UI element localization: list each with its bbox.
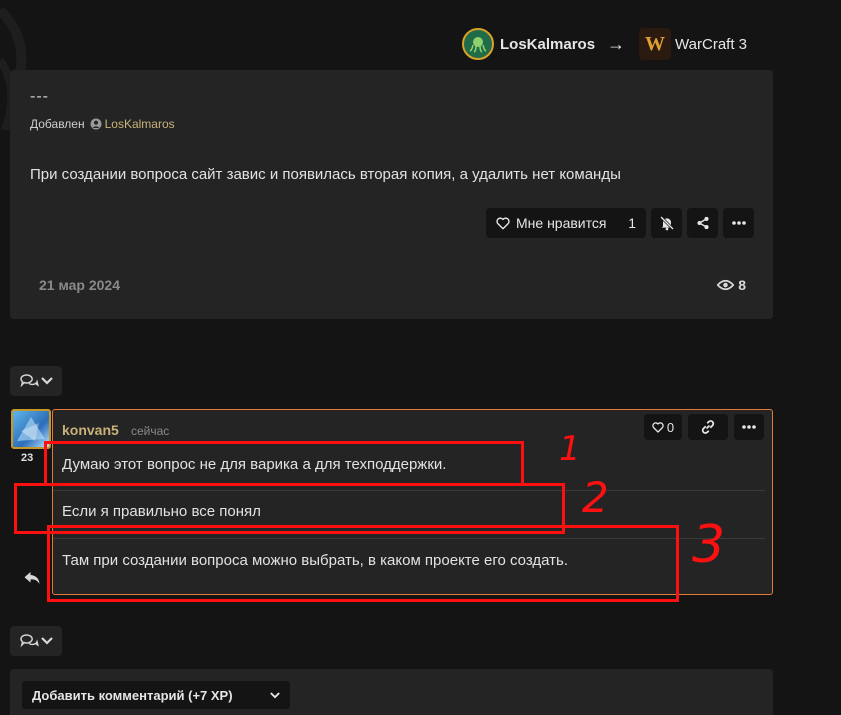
warcraft-icon-letter: W [645,32,666,55]
bell-slash-icon [659,216,674,231]
comment-time: сейчас [131,424,170,438]
annotation-label-2: 2 [582,474,609,518]
heart-icon [652,421,664,433]
added-user-link[interactable]: LosKalmaros [105,117,175,131]
annotation-label-1: 1 [559,429,581,464]
breadcrumb: LosKalmaros → W WarCraft 3 [462,28,747,60]
mute-notifications-button[interactable] [651,208,682,238]
added-label: Добавлен [30,117,85,131]
like-button[interactable]: Мне нравится 1 [486,208,646,238]
more-options-button[interactable] [723,208,754,238]
post-views: 8 [717,277,746,293]
add-comment-dropdown[interactable]: Добавить комментарий (+7 XP) [22,681,290,709]
annotation-box-3 [47,525,679,602]
chevron-down-icon [41,377,53,385]
eye-icon [717,279,735,291]
like-label: Мне нравится [516,215,607,231]
views-count: 8 [738,277,746,293]
comment-more-button[interactable] [734,414,764,440]
link-icon [701,420,715,434]
user-circle-icon [90,118,102,130]
post-dashes: --- [30,88,49,105]
like-count: 1 [628,215,636,231]
comment-like-button[interactable]: 0 [644,414,682,440]
comments-toggle-button[interactable] [10,366,62,396]
post-card: --- Добавлен LosKalmaros При создании во… [10,70,773,319]
annotation-box-1 [44,441,524,486]
comments-icon [20,374,39,388]
comment-actions: 0 [644,414,764,440]
post-added-by: Добавлен LosKalmaros [30,117,175,131]
add-comment-panel: Добавить комментарий (+7 XP) [10,669,773,715]
comment-like-count: 0 [666,419,675,435]
share-icon [696,216,709,230]
chevron-down-icon [41,637,53,645]
post-actions: Мне нравится 1 [486,208,754,238]
comment-author[interactable]: konvan5 [62,422,119,438]
ellipsis-icon [731,221,746,225]
annotation-number-3: 3 [692,515,725,568]
breadcrumb-user-link[interactable]: LosKalmaros [500,36,595,53]
comments-icon [20,634,39,648]
annotation-label-3: 3 [692,515,725,568]
comments-toggle-button-2[interactable] [10,626,62,656]
octopus-icon [469,37,487,53]
user-avatar[interactable] [462,28,494,60]
comment-permalink-button[interactable] [688,414,728,440]
post-date: 21 мар 2024 [39,277,121,293]
breadcrumb-game-link[interactable]: WarCraft 3 [675,36,747,53]
warcraft-icon[interactable]: W [639,28,672,60]
breadcrumb-arrow: → [607,33,626,54]
ellipsis-icon [742,425,756,429]
heart-icon [496,216,510,229]
reply-icon[interactable] [23,570,41,586]
add-comment-label: Добавить комментарий (+7 XP) [32,687,233,703]
chevron-down-icon [270,691,280,698]
commenter-level: 23 [21,452,34,464]
annotation-number-2: 2 [582,474,609,518]
annotation-number-1: 1 [559,429,581,464]
share-button[interactable] [687,208,718,238]
post-body: При создании вопроса сайт завис и появил… [30,166,621,183]
